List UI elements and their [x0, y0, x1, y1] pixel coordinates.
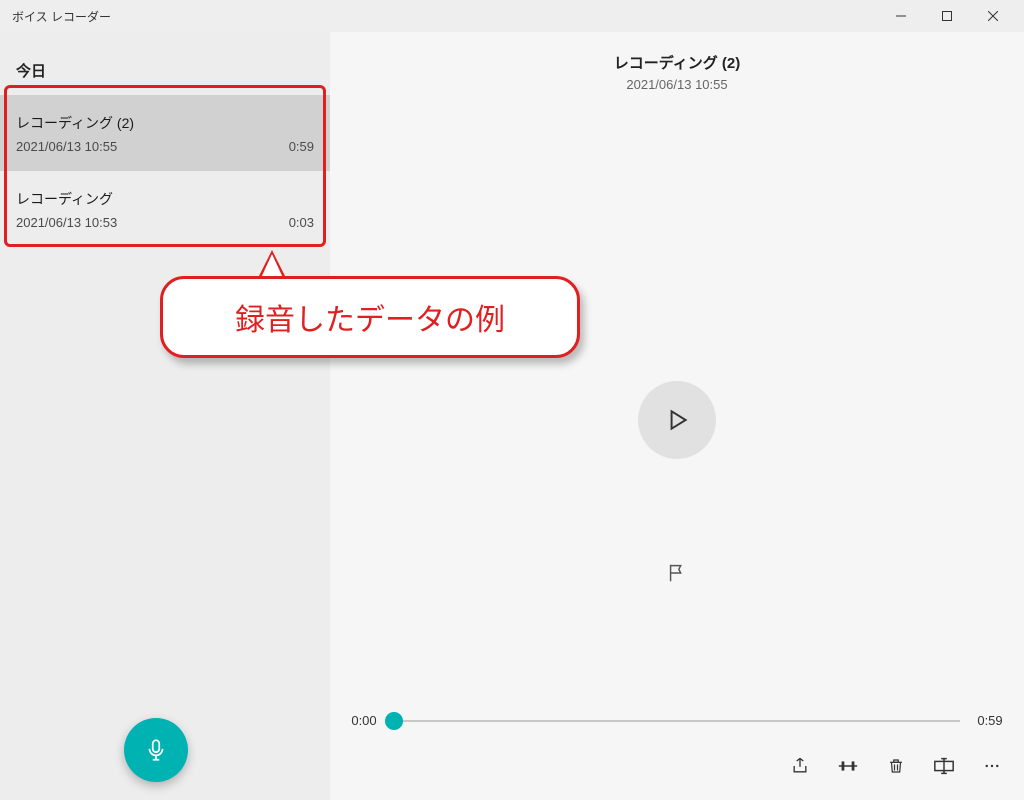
detail-title: レコーディング (2): [330, 52, 1024, 73]
share-button[interactable]: [778, 744, 822, 788]
more-button[interactable]: [970, 744, 1014, 788]
minimize-icon: [896, 11, 906, 21]
recording-duration: 0:59: [289, 139, 314, 154]
recording-meta: 2021/06/13 10:53 0:03: [16, 215, 314, 230]
trim-button[interactable]: [826, 744, 870, 788]
recordings-list: レコーディング (2) 2021/06/13 10:55 0:59 レコーディン…: [0, 95, 330, 247]
timeline-start-label: 0:00: [344, 713, 384, 728]
sidebar: 今日 レコーディング (2) 2021/06/13 10:55 0:59 レコー…: [0, 32, 330, 800]
maximize-button[interactable]: [924, 0, 970, 32]
close-icon: [988, 11, 998, 21]
microphone-icon: [143, 737, 169, 763]
content: 今日 レコーディング (2) 2021/06/13 10:55 0:59 レコー…: [0, 32, 1024, 800]
recording-title: レコーディング: [16, 189, 314, 209]
recording-meta: 2021/06/13 10:55 0:59: [16, 139, 314, 154]
add-marker-button[interactable]: [659, 555, 695, 591]
recording-datetime: 2021/06/13 10:53: [16, 215, 117, 230]
detail-pane: レコーディング (2) 2021/06/13 10:55: [330, 32, 1024, 800]
trim-icon: [837, 756, 859, 776]
recording-duration: 0:03: [289, 215, 314, 230]
action-bar: [330, 742, 1024, 790]
app-window: ボイス レコーダー 今日 レコーディング (2) 2021/06/13 10:5…: [0, 0, 1024, 800]
timeline-track[interactable]: [394, 720, 960, 722]
recording-datetime: 2021/06/13 10:55: [16, 139, 117, 154]
section-header-today: 今日: [0, 32, 330, 95]
playback-timeline[interactable]: 0:00 0:59: [344, 713, 1010, 728]
detail-subtitle: 2021/06/13 10:55: [330, 77, 1024, 92]
minimize-button[interactable]: [878, 0, 924, 32]
record-button[interactable]: [124, 718, 188, 782]
recording-item[interactable]: レコーディング 2021/06/13 10:53 0:03: [0, 171, 330, 247]
more-icon: [983, 757, 1001, 775]
rename-icon: [933, 757, 955, 775]
share-icon: [790, 756, 810, 776]
recording-title: レコーディング (2): [16, 113, 314, 133]
delete-icon: [887, 756, 905, 776]
delete-button[interactable]: [874, 744, 918, 788]
flag-icon: [666, 562, 688, 584]
play-icon: [664, 407, 690, 433]
play-area: [330, 92, 1024, 800]
timeline-end-label: 0:59: [970, 713, 1010, 728]
recording-item[interactable]: レコーディング (2) 2021/06/13 10:55 0:59: [0, 95, 330, 171]
app-title: ボイス レコーダー: [8, 8, 111, 25]
timeline-thumb[interactable]: [385, 712, 403, 730]
close-button[interactable]: [970, 0, 1016, 32]
rename-button[interactable]: [922, 744, 966, 788]
detail-header: レコーディング (2) 2021/06/13 10:55: [330, 32, 1024, 92]
play-button[interactable]: [638, 381, 716, 459]
titlebar: ボイス レコーダー: [0, 0, 1024, 32]
maximize-icon: [942, 11, 952, 21]
